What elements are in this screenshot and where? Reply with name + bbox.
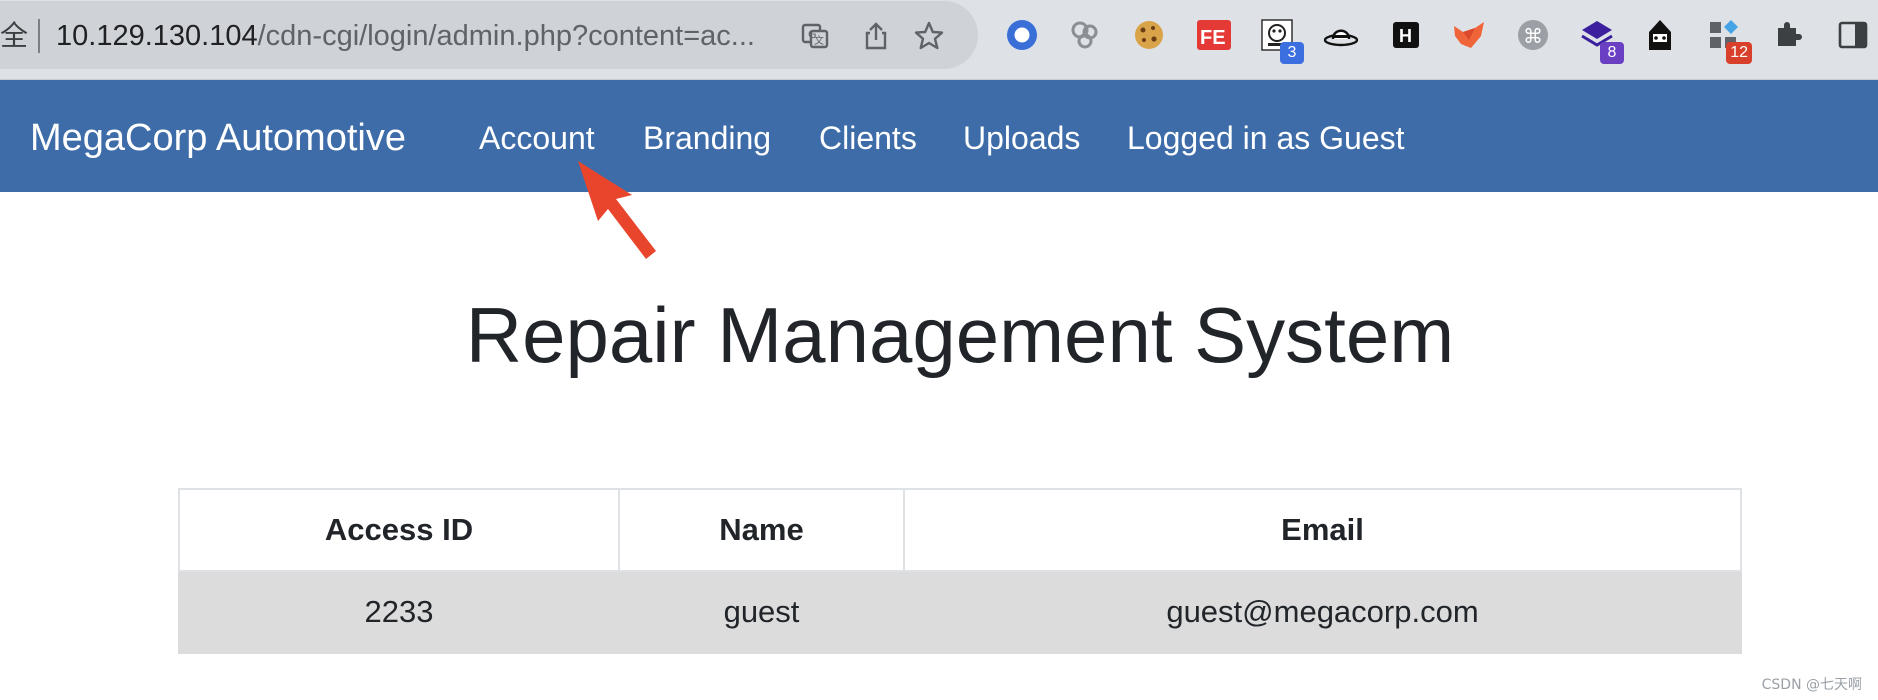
svg-text:⌘: ⌘ [1523, 24, 1543, 48]
column-header-name: Name [618, 488, 905, 572]
link-extension-icon[interactable] [1066, 16, 1104, 54]
nav-link-account[interactable]: Account [479, 119, 595, 157]
red-arrow-annotation [578, 161, 656, 259]
svg-text:FE: FE [1200, 27, 1226, 49]
site-navbar: MegaCorp Automotive Account Branding Cli… [0, 80, 1878, 192]
table-row: 2233 guest guest@megacorp.com [178, 570, 1742, 654]
h-extension-icon[interactable]: H [1387, 16, 1425, 54]
nav-link-uploads[interactable]: Uploads [963, 119, 1080, 157]
extension-badge: 8 [1600, 42, 1624, 64]
navbar-brand[interactable]: MegaCorp Automotive [30, 116, 406, 160]
side-panel-icon[interactable] [1834, 16, 1872, 54]
bookmark-star-icon[interactable] [912, 19, 946, 53]
circle-extension-icon[interactable] [1003, 16, 1041, 54]
cookie-extension-icon[interactable] [1130, 16, 1168, 54]
browser-toolbar: 全 10.129.130.104/cdn-cgi/login/admin.php… [0, 0, 1878, 80]
column-header-access-id: Access ID [178, 488, 620, 572]
page-title: Repair Management System [465, 291, 1455, 379]
svg-text:文: 文 [814, 34, 824, 47]
url-text[interactable]: 10.129.130.104/cdn-cgi/login/admin.php?c… [56, 19, 755, 53]
column-header-email: Email [903, 488, 1742, 572]
svg-text:H: H [1399, 26, 1412, 46]
command-extension-icon[interactable]: ⌘ [1514, 16, 1552, 54]
qr-extension-icon[interactable]: 3 [1258, 16, 1304, 64]
table-header-row: Access ID Name Email [178, 488, 1742, 572]
fe-extension-icon[interactable]: FE [1195, 16, 1233, 54]
cell-name: guest [618, 570, 905, 654]
address-bar[interactable]: 全 10.129.130.104/cdn-cgi/login/admin.php… [0, 1, 978, 69]
watermark: CSDN @七天啊 [1761, 677, 1862, 693]
nav-link-clients[interactable]: Clients [819, 119, 917, 157]
nav-link-logged-in-user[interactable]: Logged in as Guest [1127, 119, 1405, 157]
url-host: 10.129.130.104 [56, 20, 258, 52]
translate-icon[interactable]: G文 [798, 19, 832, 53]
hat-extension-icon[interactable] [1322, 16, 1360, 54]
cell-email: guest@megacorp.com [903, 570, 1742, 654]
cell-access-id: 2233 [178, 570, 620, 654]
apps-extension-icon[interactable]: 12 [1706, 16, 1752, 64]
hacker-extension-icon[interactable] [1641, 16, 1679, 54]
account-table: Access ID Name Email 2233 guest guest@me… [178, 488, 1742, 654]
address-divider [38, 19, 40, 53]
extension-badge: 12 [1726, 42, 1752, 64]
share-icon[interactable] [859, 19, 893, 53]
extension-badge: 3 [1280, 42, 1304, 64]
site-security-label[interactable]: 全 [0, 21, 28, 51]
fox-extension-icon[interactable] [1450, 16, 1488, 54]
url-path: /cdn-cgi/login/admin.php?content=ac... [257, 20, 755, 52]
extensions-puzzle-icon[interactable] [1770, 16, 1808, 54]
stack-extension-icon[interactable]: 8 [1578, 16, 1624, 64]
nav-link-branding[interactable]: Branding [643, 119, 771, 157]
